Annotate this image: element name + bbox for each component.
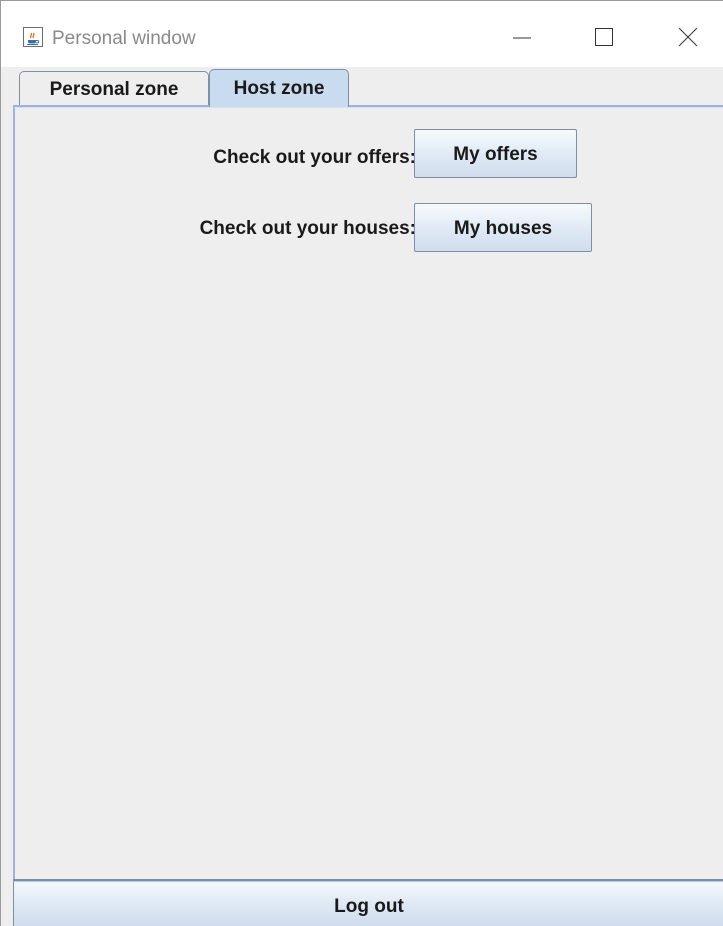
personal-window: Personal window Personal zone Host zone …: [0, 0, 723, 926]
maximize-icon[interactable]: [573, 17, 633, 59]
log-out-button[interactable]: Log out: [13, 881, 723, 926]
host-zone-panel: Check out your offers: My offers Check o…: [13, 107, 723, 879]
tab-host-zone[interactable]: Host zone: [209, 69, 349, 107]
window-title: Personal window: [52, 28, 196, 49]
tab-personal-zone[interactable]: Personal zone: [19, 71, 209, 106]
houses-label: Check out your houses:: [199, 218, 416, 239]
my-houses-button[interactable]: My houses: [414, 203, 592, 252]
title-bar[interactable]: Personal window: [1, 1, 723, 67]
close-icon[interactable]: [657, 17, 717, 59]
minimize-icon[interactable]: [493, 17, 553, 59]
my-offers-button[interactable]: My offers: [414, 129, 577, 178]
java-cup-icon: [23, 27, 43, 47]
tab-strip: Personal zone Host zone: [1, 67, 723, 107]
offers-label: Check out your offers:: [213, 147, 416, 168]
window-left-margin: [1, 107, 13, 926]
